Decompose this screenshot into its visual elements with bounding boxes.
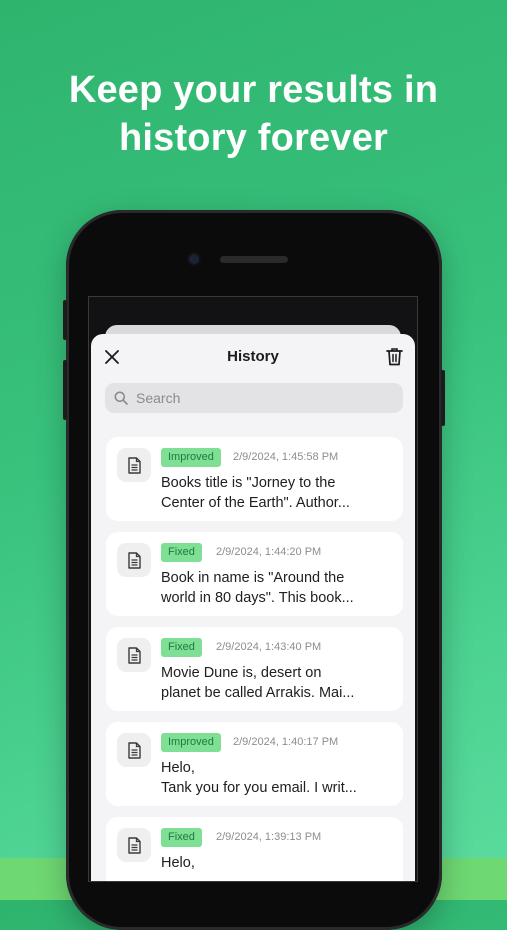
- history-item[interactable]: Improved 2/9/2024, 1:45:58 PM Books titl…: [106, 437, 403, 521]
- headline-line-2: history forever: [118, 117, 389, 159]
- status-badge: Fixed: [161, 638, 202, 657]
- document-icon: [117, 543, 151, 577]
- phone-side-button-right: [441, 370, 445, 426]
- phone-side-button-left: [63, 300, 67, 340]
- item-preview-line-2: world in 80 days". This book...: [161, 590, 354, 606]
- headline-line-1: Keep your results in: [68, 69, 439, 111]
- document-icon: [117, 638, 151, 672]
- item-preview-line-1: Helo,: [161, 855, 195, 871]
- phone-camera: [189, 254, 199, 264]
- timestamp: 2/9/2024, 1:43:40 PM: [216, 641, 322, 653]
- status-badge: Improved: [161, 733, 221, 752]
- timestamp: 2/9/2024, 1:45:58 PM: [233, 451, 339, 463]
- phone-screen: History Search Improved 2/9/2024, 1:45:5…: [89, 297, 417, 881]
- document-icon: [117, 828, 151, 862]
- search-bar[interactable]: [105, 383, 403, 413]
- item-preview: Helo, Tank you for you email. I writ...: [161, 758, 393, 798]
- phone-speaker: [220, 256, 288, 263]
- item-preview: Helo,: [161, 853, 393, 873]
- history-item[interactable]: Fixed 2/9/2024, 1:44:20 PM Book in name …: [106, 532, 403, 616]
- timestamp: 2/9/2024, 1:40:17 PM: [233, 736, 339, 748]
- headline: Keep your results in history forever: [0, 66, 507, 162]
- item-preview-line-2: Tank you for you email. I writ...: [161, 780, 357, 796]
- item-preview-line-1: Movie Dune is, desert on: [161, 665, 322, 681]
- item-preview-line-1: Books title is "Jorney to the: [161, 475, 336, 491]
- status-badge: Fixed: [161, 543, 202, 562]
- sheet-header: History: [91, 334, 415, 380]
- item-preview-line-2: Center of the Earth". Author...: [161, 495, 350, 511]
- status-badge: Fixed: [161, 828, 202, 847]
- document-icon: [117, 733, 151, 767]
- delete-all-button[interactable]: [383, 344, 405, 368]
- item-preview-line-1: Helo,: [161, 760, 195, 776]
- item-preview-line-1: Book in name is "Around the: [161, 570, 345, 586]
- search-icon: [114, 391, 128, 405]
- status-badge: Improved: [161, 448, 221, 467]
- item-preview: Book in name is "Around the world in 80 …: [161, 568, 393, 608]
- item-preview: Books title is "Jorney to the Center of …: [161, 473, 393, 513]
- timestamp: 2/9/2024, 1:39:13 PM: [216, 831, 322, 843]
- history-list: Improved 2/9/2024, 1:45:58 PM Books titl…: [106, 437, 403, 881]
- phone-side-button-left-2: [63, 360, 67, 420]
- history-item[interactable]: Fixed 2/9/2024, 1:39:13 PM Helo,: [106, 817, 403, 881]
- timestamp: 2/9/2024, 1:44:20 PM: [216, 546, 322, 558]
- sheet-title: History: [227, 348, 279, 365]
- item-preview-line-2: planet be called Arrakis. Mai...: [161, 685, 355, 701]
- trash-icon: [385, 347, 403, 365]
- history-item[interactable]: Improved 2/9/2024, 1:40:17 PM Helo, Tank…: [106, 722, 403, 806]
- history-sheet: History Search Improved 2/9/2024, 1:45:5…: [91, 334, 415, 881]
- item-preview: Movie Dune is, desert on planet be calle…: [161, 663, 393, 703]
- search-input[interactable]: [134, 389, 388, 407]
- document-icon: [117, 448, 151, 482]
- history-item[interactable]: Fixed 2/9/2024, 1:43:40 PM Movie Dune is…: [106, 627, 403, 711]
